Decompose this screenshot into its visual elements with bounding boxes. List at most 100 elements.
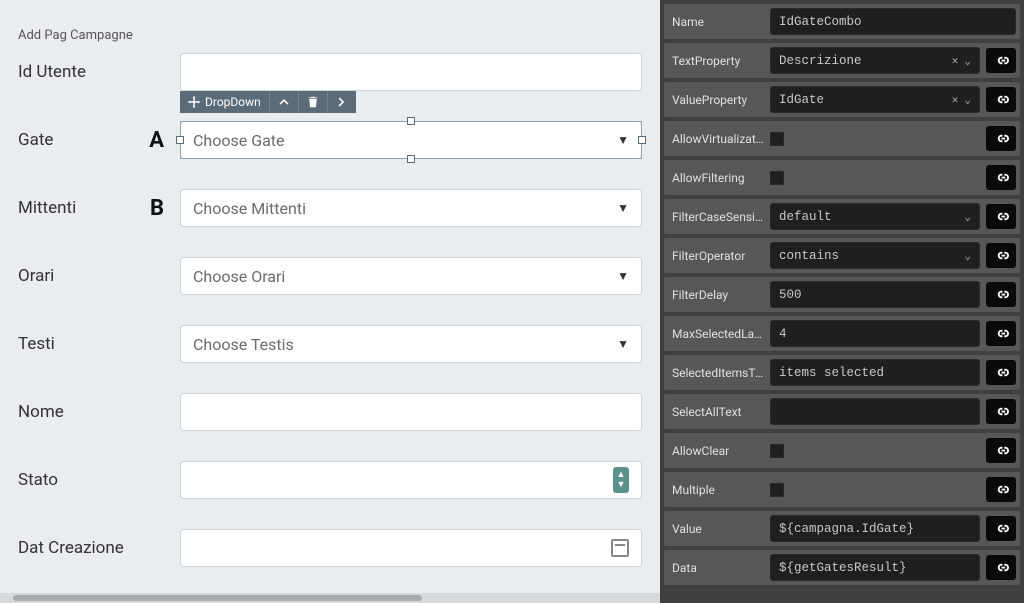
- prop-selectalltext: SelectAllText: [664, 394, 1020, 429]
- input-idutente[interactable]: [180, 53, 642, 91]
- label-gate: Gate A: [18, 128, 180, 153]
- dropdown-orari[interactable]: Choose Orari ▼: [180, 257, 642, 295]
- link-icon: [994, 482, 1009, 497]
- calendar-icon: [611, 539, 629, 557]
- link-icon: [994, 209, 1009, 224]
- prop-filtercasesensitivity: FilterCaseSensiti... default ⌄: [664, 199, 1020, 234]
- prop-textproperty-input[interactable]: Descrizione ✕⌄: [770, 47, 980, 74]
- link-button[interactable]: [986, 477, 1016, 502]
- prop-selectalltext-input[interactable]: [770, 398, 980, 425]
- breadcrumb: Add Pag Campagne: [18, 28, 642, 43]
- link-icon: [994, 287, 1009, 302]
- prop-value-input[interactable]: ${campagna.IdGate}: [770, 515, 980, 542]
- tb-next[interactable]: [328, 91, 356, 113]
- numeric-stato[interactable]: ▲▼: [180, 461, 642, 499]
- datepicker-datcreazione[interactable]: [180, 529, 642, 567]
- prop-data-input[interactable]: ${getGatesResult}: [770, 554, 980, 581]
- link-button[interactable]: [986, 126, 1016, 151]
- form-row-mittenti: Mittenti B Choose Mittenti ▼: [18, 189, 642, 227]
- tb-delete[interactable]: [299, 91, 328, 113]
- chevron-up-icon: [278, 96, 290, 108]
- prop-allowclear: AllowClear: [664, 433, 1020, 468]
- link-icon: [994, 521, 1009, 536]
- form-row-testi: Testi Choose Testis ▼: [18, 325, 642, 363]
- input-nome[interactable]: [180, 393, 642, 431]
- dropdown-mittenti[interactable]: Choose Mittenti ▼: [180, 189, 642, 227]
- form-row-datcreazione: Dat Creazione: [18, 529, 642, 567]
- dropdown-gate[interactable]: Choose Gate ▼: [180, 121, 642, 159]
- link-button[interactable]: [986, 243, 1016, 268]
- label-stato: Stato: [18, 470, 180, 490]
- spinner-icon[interactable]: ▲▼: [613, 467, 629, 493]
- prop-name-input[interactable]: IdGateCombo: [770, 8, 1016, 35]
- chevron-down-icon[interactable]: ⌄: [964, 54, 971, 68]
- checkbox-multiple[interactable]: [770, 483, 784, 497]
- link-icon: [994, 248, 1009, 263]
- checkbox-allowclear[interactable]: [770, 444, 784, 458]
- trash-icon: [307, 96, 319, 108]
- prop-maxselectedlabels-input[interactable]: 4: [770, 320, 980, 347]
- link-icon: [994, 326, 1009, 341]
- link-button[interactable]: [986, 555, 1016, 580]
- prop-selecteditemstext: SelectedItemsText items selected: [664, 355, 1020, 390]
- prop-filtercasesensitivity-input[interactable]: default ⌄: [770, 203, 980, 230]
- design-canvas: Add Pag Campagne Id Utente Gate A DropDo…: [0, 0, 660, 603]
- form-row-nome: Nome: [18, 393, 642, 431]
- link-icon: [994, 404, 1009, 419]
- link-icon: [994, 560, 1009, 575]
- horizontal-scrollbar[interactable]: [0, 593, 660, 603]
- prop-filteroperator-input[interactable]: contains ⌄: [770, 242, 980, 269]
- prop-multiple: Multiple: [664, 472, 1020, 507]
- clear-icon[interactable]: ✕: [952, 93, 959, 107]
- checkbox-allowvirtualization[interactable]: [770, 132, 784, 146]
- link-button[interactable]: [986, 204, 1016, 229]
- link-button[interactable]: [986, 516, 1016, 541]
- link-button[interactable]: [986, 282, 1016, 307]
- link-button[interactable]: [986, 48, 1016, 73]
- chevron-down-icon[interactable]: ⌄: [964, 249, 971, 263]
- properties-panel: Name IdGateCombo TextProperty Descrizion…: [660, 0, 1024, 603]
- link-button[interactable]: [986, 165, 1016, 190]
- link-icon: [994, 443, 1009, 458]
- link-button[interactable]: [986, 399, 1016, 424]
- link-button[interactable]: [986, 360, 1016, 385]
- prop-filterdelay: FilterDelay 500: [664, 277, 1020, 312]
- prop-valueproperty-input[interactable]: IdGate ✕⌄: [770, 86, 980, 113]
- label-mittenti: Mittenti B: [18, 196, 180, 221]
- clear-icon[interactable]: ✕: [952, 54, 959, 68]
- link-icon: [994, 131, 1009, 146]
- scrollbar-thumb[interactable]: [13, 595, 422, 601]
- tb-up[interactable]: [270, 91, 299, 113]
- drag-handle[interactable]: DropDown: [180, 91, 270, 113]
- link-icon: [994, 170, 1009, 185]
- link-button[interactable]: [986, 321, 1016, 346]
- dropdown-testi[interactable]: Choose Testis ▼: [180, 325, 642, 363]
- chevron-down-icon[interactable]: ⌄: [964, 93, 971, 107]
- letter-a: A: [149, 128, 164, 153]
- chevron-down-icon[interactable]: ⌄: [964, 210, 971, 224]
- move-icon: [188, 96, 200, 108]
- letter-b: B: [150, 196, 164, 221]
- link-button[interactable]: [986, 438, 1016, 463]
- prop-value: Value ${campagna.IdGate}: [664, 511, 1020, 546]
- prop-name: Name IdGateCombo: [664, 4, 1020, 39]
- checkbox-allowfiltering[interactable]: [770, 171, 784, 185]
- prop-maxselectedlabels: MaxSelectedLab... 4: [664, 316, 1020, 351]
- prop-selecteditemstext-input[interactable]: items selected: [770, 359, 980, 386]
- label-idutente: Id Utente: [18, 62, 180, 82]
- prop-filteroperator: FilterOperator contains ⌄: [664, 238, 1020, 273]
- prop-valueproperty: ValueProperty IdGate ✕⌄: [664, 82, 1020, 117]
- form-row-orari: Orari Choose Orari ▼: [18, 257, 642, 295]
- form-row-gate: Gate A DropDown: [18, 121, 642, 159]
- link-button[interactable]: [986, 87, 1016, 112]
- selection-toolbar: DropDown: [180, 91, 356, 113]
- label-orari: Orari: [18, 266, 180, 286]
- prop-filterdelay-input[interactable]: 500: [770, 281, 980, 308]
- link-icon: [994, 365, 1009, 380]
- chevron-down-icon: ▼: [617, 133, 629, 147]
- chevron-right-icon: [336, 96, 348, 108]
- prop-allowvirtualization: AllowVirtualizati...: [664, 121, 1020, 156]
- link-icon: [994, 92, 1009, 107]
- chevron-down-icon: ▼: [617, 269, 629, 283]
- prop-textproperty: TextProperty Descrizione ✕⌄: [664, 43, 1020, 78]
